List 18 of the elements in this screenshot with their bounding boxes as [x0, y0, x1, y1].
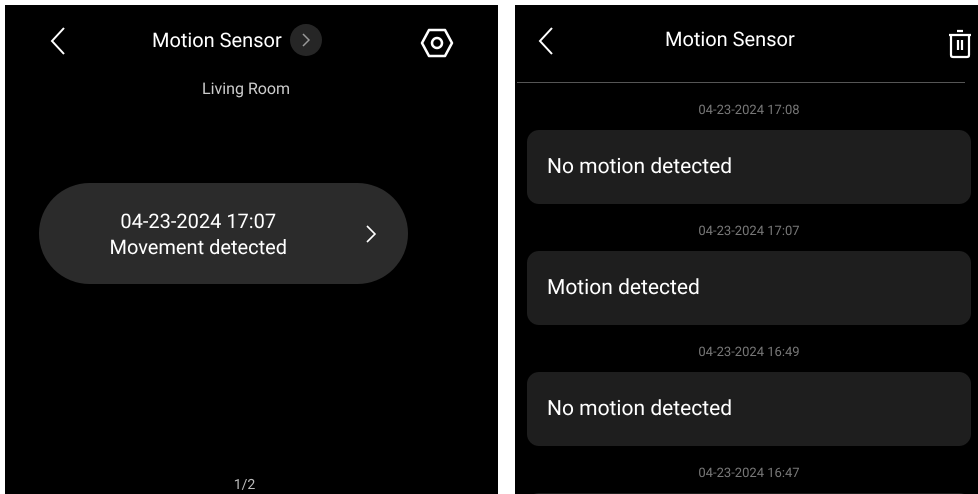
chevron-right-icon: [366, 225, 376, 243]
back-icon[interactable]: [538, 26, 554, 56]
latest-event-button[interactable]: 04-23-2024 17:07 Movement detected: [38, 183, 408, 284]
back-icon[interactable]: [50, 26, 66, 56]
event-timestamp: 04-23-2024 17:07: [697, 223, 801, 241]
screen-title: Motion Sensor: [152, 28, 282, 52]
trash-icon[interactable]: [948, 29, 972, 59]
chevron-right-icon[interactable]: [290, 24, 322, 56]
event-card[interactable]: Motion detected: [527, 251, 971, 325]
event-card[interactable]: No motion detected: [527, 130, 971, 204]
event-timestamp: 04-23-2024 16:47: [697, 465, 801, 483]
event-timestamp: 04-23-2024 16:49: [697, 344, 801, 362]
page-indicator: 1/2: [234, 476, 256, 494]
screen-title: Motion Sensor: [665, 27, 795, 51]
room-label: Living Room: [202, 79, 290, 98]
event-card[interactable]: No motion detected: [527, 372, 971, 446]
settings-icon[interactable]: [420, 28, 454, 58]
event-timestamp: 04-23-2024 17:08: [697, 102, 801, 120]
